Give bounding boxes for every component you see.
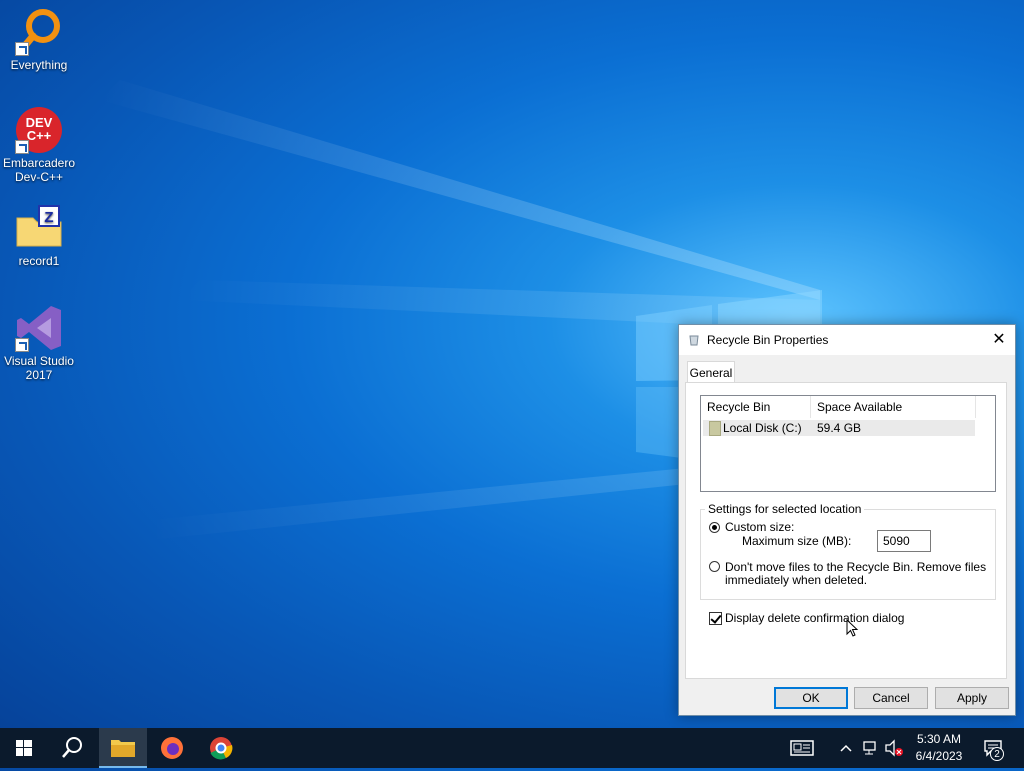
dont-move-radio[interactable]: [709, 561, 720, 572]
dont-move-label-line2: immediately when deleted.: [725, 573, 868, 587]
desktop-icon-label: record1: [18, 254, 60, 268]
confirm-dialog-checkbox[interactable]: [709, 612, 722, 625]
devcpp-icon: DEV C++: [15, 106, 63, 154]
svg-text:Z: Z: [44, 209, 53, 226]
custom-size-radio[interactable]: [709, 522, 720, 533]
settings-group: Settings for selected location Custom si…: [700, 502, 996, 600]
max-size-input[interactable]: 5090: [877, 530, 931, 552]
clock-date: 6/4/2023: [915, 749, 963, 763]
desktop-icon-label: Everything: [10, 58, 68, 72]
desktop-icon-label: Embarcadero Dev-C++: [2, 156, 76, 184]
settings-legend: Settings for selected location: [705, 502, 865, 516]
shortcut-arrow-icon: [15, 338, 29, 352]
dialog-title: Recycle Bin Properties: [707, 333, 829, 347]
visual-studio-icon: [15, 304, 63, 352]
shortcut-arrow-icon: [15, 140, 29, 154]
dialog-titlebar[interactable]: Recycle Bin Properties ✕: [679, 325, 1015, 355]
everything-icon: [15, 8, 63, 56]
apply-button[interactable]: Apply: [935, 687, 1009, 709]
column-header-location[interactable]: Recycle Bin Location: [701, 396, 811, 436]
desktop-icon-label: Visual Studio 2017: [4, 354, 74, 382]
recycle-bin-properties-dialog: Recycle Bin Properties ✕ General Recycle…: [678, 324, 1016, 716]
search-button[interactable]: [48, 728, 96, 768]
chrome-icon: [210, 737, 233, 760]
max-size-label: Maximum size (MB):: [742, 534, 852, 548]
taskbar: 5:30 AM 6/4/2023 2: [0, 728, 1024, 768]
custom-size-label: Custom size:: [725, 520, 795, 534]
desktop-icon-everything[interactable]: Everything: [2, 8, 76, 72]
news-icon[interactable]: [790, 739, 814, 757]
close-icon[interactable]: ✕: [983, 325, 1015, 355]
desktop-icon-visual-studio[interactable]: Visual Studio 2017: [2, 304, 76, 382]
column-header-space[interactable]: Space Available: [811, 396, 976, 418]
tab-general[interactable]: General: [687, 361, 735, 383]
location-list[interactable]: Recycle Bin Location Space Available Loc…: [700, 395, 996, 492]
ok-button[interactable]: OK: [774, 687, 848, 709]
chevron-up-icon[interactable]: [838, 741, 854, 755]
row-location: Local Disk (C:): [723, 421, 802, 435]
table-row[interactable]: Local Disk (C:) 59.4 GB: [703, 420, 975, 436]
taskbar-file-explorer[interactable]: [99, 728, 147, 768]
firefox-icon: [161, 737, 183, 759]
volume-muted-icon[interactable]: [884, 739, 904, 757]
drive-icon: [709, 421, 721, 436]
network-icon[interactable]: [862, 740, 880, 756]
mouse-cursor-icon: [846, 619, 859, 637]
shortcut-arrow-icon: [15, 42, 29, 56]
system-clock[interactable]: 5:30 AM 6/4/2023: [905, 731, 973, 765]
desktop-icon-devcpp[interactable]: DEV C++ Embarcadero Dev-C++: [2, 106, 76, 184]
clock-time: 5:30 AM: [916, 732, 962, 746]
devcpp-badge: DEV C++: [25, 115, 53, 143]
cancel-button[interactable]: Cancel: [854, 687, 928, 709]
windows-start-icon: [16, 740, 32, 756]
action-center-button[interactable]: 2: [980, 728, 1020, 768]
taskbar-firefox[interactable]: [148, 728, 196, 768]
folder-icon: [111, 740, 135, 757]
start-button[interactable]: [0, 728, 48, 768]
search-icon: [62, 737, 82, 758]
recycle-bin-icon: [689, 335, 699, 346]
confirm-dialog-label: Display delete confirmation dialog: [725, 611, 905, 625]
taskbar-chrome[interactable]: [197, 728, 245, 768]
desktop-icon-record1[interactable]: Z record1: [2, 204, 76, 268]
zip-folder-icon: Z: [15, 204, 63, 252]
row-space: 59.4 GB: [817, 421, 862, 435]
notification-badge: 2: [990, 747, 1004, 761]
